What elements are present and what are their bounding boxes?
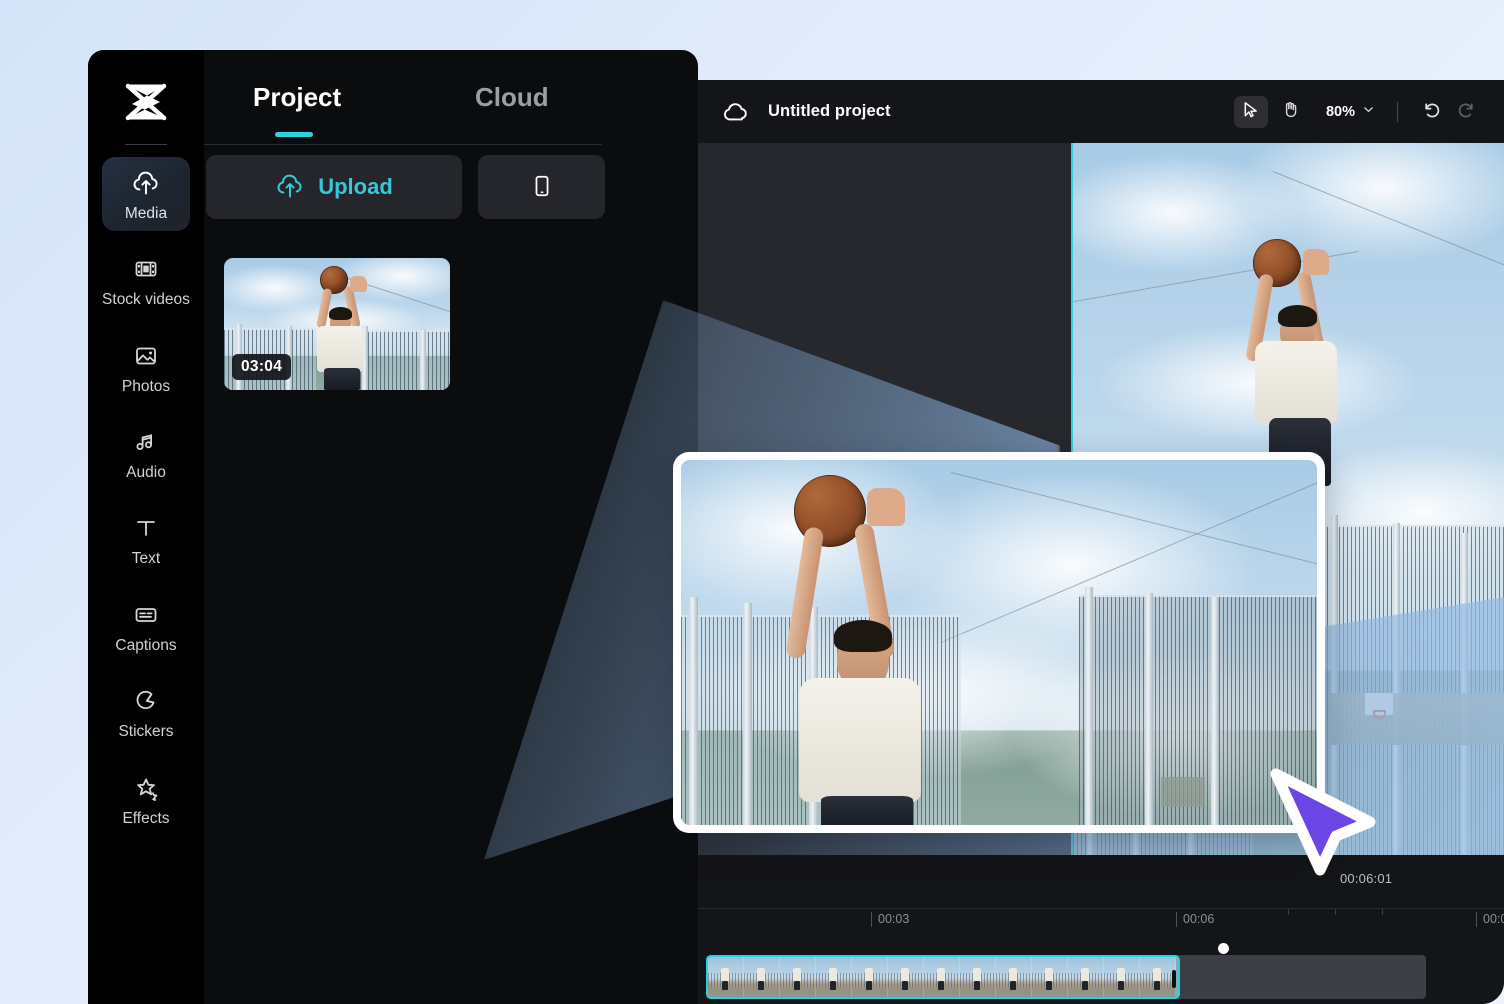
redo-arrow-icon[interactable] <box>1457 99 1478 125</box>
sparkle-star-icon <box>131 773 161 803</box>
clip-trim-handle-right[interactable] <box>1172 970 1176 988</box>
select-tool-button[interactable] <box>1233 95 1268 128</box>
sidebar-item-label: Effects <box>122 809 170 827</box>
undo-arrow-icon[interactable] <box>1420 99 1441 125</box>
media-item-duration: 03:04 <box>232 354 292 380</box>
mobile-phone-icon <box>530 172 554 203</box>
sidebar-item-label: Text <box>131 550 161 568</box>
sidebar-item-label: Audio <box>126 464 166 482</box>
sidebar-item-stock-videos[interactable]: Stock videos <box>102 243 190 317</box>
sidebar-item-photos[interactable]: Photos <box>102 330 190 404</box>
cloud-upload-icon <box>131 168 161 198</box>
clip-frame <box>1104 957 1140 997</box>
timeline-clip[interactable] <box>706 955 1180 999</box>
clip-frame <box>924 957 960 997</box>
clip-frame <box>1140 957 1176 997</box>
sidebar-item-audio[interactable]: Audio <box>102 416 190 490</box>
sidebar-rail: Media Stock videos Photos Audio Text Cap… <box>88 50 204 1004</box>
hand-icon <box>1281 100 1300 124</box>
ruler-tick: 00:06 <box>1176 912 1214 927</box>
sidebar-item-captions[interactable]: Captions <box>102 589 190 663</box>
magnifier-preview-card <box>673 452 1325 833</box>
clip-frame <box>1068 957 1104 997</box>
timeline-track <box>698 955 1504 999</box>
clip-frame <box>708 957 744 997</box>
ruler-tick: 00:0 <box>1476 912 1504 927</box>
clip-frame <box>816 957 852 997</box>
film-strip-icon <box>131 254 161 284</box>
ruler-tick: 00:03 <box>871 912 909 927</box>
sticker-icon <box>131 686 161 716</box>
hand-tool-button[interactable] <box>1274 96 1308 128</box>
sidebar-item-label: Stickers <box>118 723 174 741</box>
sidebar-item-label: Media <box>124 205 168 222</box>
sidebar-item-label: Photos <box>121 377 171 395</box>
cursor-arrow-icon <box>1241 100 1260 124</box>
toolbar-divider <box>1397 101 1398 122</box>
media-panel: Media Stock videos Photos Audio Text Cap… <box>88 50 698 1004</box>
tab-cloud[interactable]: Cloud <box>475 82 549 113</box>
sidebar-item-media[interactable]: Media <box>102 157 190 232</box>
cloud-icon[interactable] <box>720 97 750 127</box>
tab-project[interactable]: Project <box>253 82 341 113</box>
captions-icon <box>131 600 161 630</box>
media-panel-body: Project Cloud Upload 03:04 <box>204 50 698 1004</box>
music-note-icon <box>131 427 161 457</box>
editor-topbar: Untitled project 80% <box>698 80 1504 143</box>
magnifier-content <box>681 460 1317 825</box>
clip-frame <box>888 957 924 997</box>
pointer-arrow-icon <box>1258 758 1390 880</box>
clip-frame <box>852 957 888 997</box>
playhead-knob[interactable] <box>1218 943 1229 954</box>
undo-redo-group <box>1420 99 1478 125</box>
media-tabs: Project Cloud <box>204 70 698 145</box>
clip-frame <box>960 957 996 997</box>
photo-icon <box>131 341 161 371</box>
sidebar-item-text[interactable]: Text <box>102 502 190 576</box>
sidebar-item-label: Captions <box>115 636 177 654</box>
sidebar-item-effects[interactable]: Effects <box>102 762 190 836</box>
cloud-upload-icon <box>275 171 305 204</box>
clip-filmstrip <box>708 957 1178 997</box>
upload-from-device-button[interactable] <box>478 155 605 219</box>
clip-frame <box>780 957 816 997</box>
clip-frame <box>996 957 1032 997</box>
chevron-down-icon <box>1362 103 1375 121</box>
clip-frame <box>1032 957 1068 997</box>
tab-active-underline <box>275 132 313 137</box>
tabs-divider <box>204 144 602 145</box>
sidebar-item-stickers[interactable]: Stickers <box>102 675 190 749</box>
media-item-thumbnail[interactable]: 03:04 <box>224 258 450 390</box>
clip-frame <box>744 957 780 997</box>
upload-button-label: Upload <box>318 174 393 199</box>
project-title[interactable]: Untitled project <box>768 102 891 121</box>
sidebar-item-label: Stock videos <box>102 291 190 309</box>
timeline-ruler[interactable]: 00:03 00:06 00:0 <box>698 908 1504 932</box>
zoom-level-dropdown[interactable]: 80% <box>1326 103 1375 121</box>
upload-button[interactable]: Upload <box>206 155 462 219</box>
rail-divider <box>125 144 167 145</box>
text-t-icon <box>131 513 161 543</box>
editor-toolbar: 80% <box>1233 95 1482 128</box>
capcut-logo-icon <box>122 80 170 124</box>
zoom-level-value: 80% <box>1325 103 1355 120</box>
